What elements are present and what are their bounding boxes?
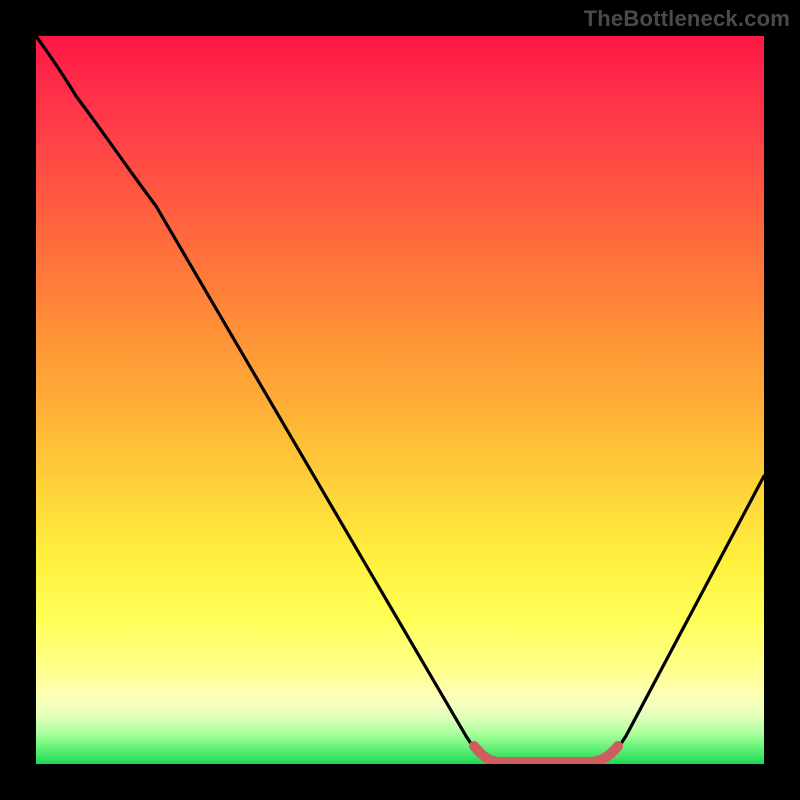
curve-layer	[36, 36, 764, 764]
plot-area	[36, 36, 764, 764]
optimal-band-highlight	[474, 746, 618, 762]
bottleneck-curve	[36, 36, 764, 762]
chart-frame: TheBottleneck.com	[0, 0, 800, 800]
watermark-text: TheBottleneck.com	[584, 6, 790, 32]
